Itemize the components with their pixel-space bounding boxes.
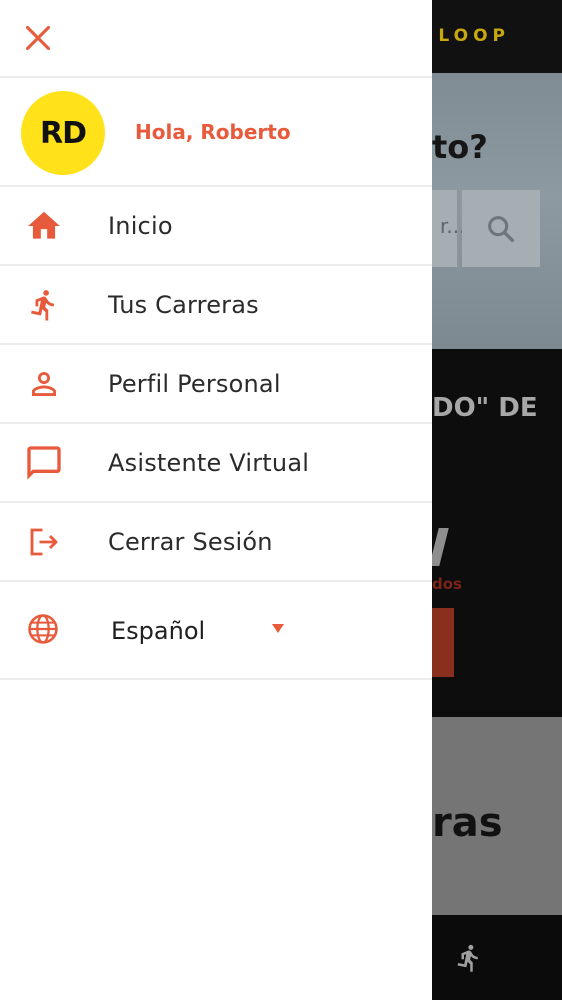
avatar: RD (21, 91, 105, 175)
language-dropdown[interactable]: Español (111, 608, 301, 652)
drawer-header (0, 0, 432, 78)
hero-title: to? (432, 128, 488, 166)
language-selector-row: Español (0, 580, 432, 680)
globe-icon (24, 610, 62, 648)
menu-item-cerrar-sesion[interactable]: Cerrar Sesión (0, 503, 432, 582)
menu-item-inicio[interactable]: Inicio (0, 187, 432, 266)
close-icon (25, 25, 51, 51)
menu-item-label: Inicio (108, 212, 173, 240)
card-title: ras (432, 800, 503, 846)
home-icon (24, 207, 64, 245)
section-title: DO" DE (432, 393, 538, 423)
menu-item-label: Cerrar Sesión (108, 528, 273, 556)
chat-icon (24, 444, 64, 482)
app-screen: LOOP to? r... DO" DE dos ras RD Hola, Ro… (0, 0, 562, 1000)
menu-item-label: Tus Carreras (108, 291, 259, 319)
search-icon (488, 215, 515, 242)
menu-item-label: Perfil Personal (108, 370, 281, 398)
user-profile-section: RD Hola, Roberto (0, 78, 432, 187)
runner-icon (457, 944, 478, 972)
close-drawer-button[interactable] (22, 22, 54, 54)
brand-logo: LOOP (438, 26, 510, 46)
language-selected-value: Español (111, 617, 206, 645)
background-cta-button (432, 608, 454, 677)
caret-down-icon (272, 624, 284, 633)
menu-item-asistente-virtual[interactable]: Asistente Virtual (0, 424, 432, 503)
logout-icon (24, 523, 64, 561)
person-icon (24, 365, 64, 403)
greeting-text: Hola, Roberto (135, 120, 291, 144)
background-link: dos (432, 575, 462, 593)
background-search-button (462, 190, 540, 267)
menu-item-tus-carreras[interactable]: Tus Carreras (0, 266, 432, 345)
menu-item-perfil-personal[interactable]: Perfil Personal (0, 345, 432, 424)
menu-item-label: Asistente Virtual (108, 449, 310, 477)
navigation-drawer: RD Hola, Roberto Inicio Tus Carreras Per… (0, 0, 432, 1000)
decorative-slash (429, 528, 449, 566)
runner-icon (24, 286, 64, 324)
background-search-input: r... (432, 190, 465, 267)
